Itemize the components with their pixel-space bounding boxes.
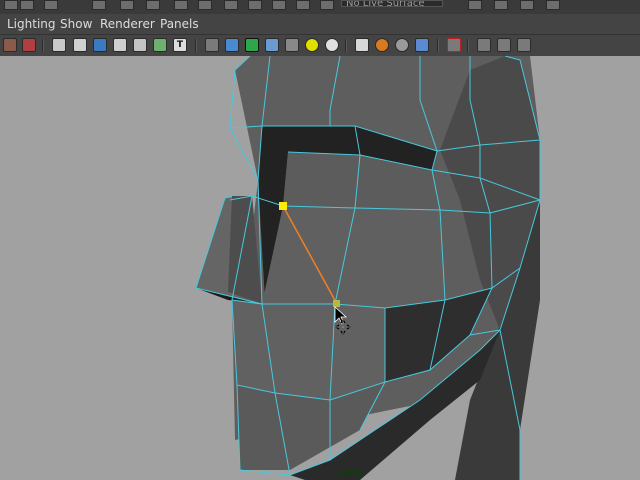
top-toolbar-icon[interactable] — [224, 0, 238, 10]
film-gate-icon[interactable] — [73, 38, 87, 52]
top-toolbar-icon[interactable] — [174, 0, 188, 10]
top-toolbar-icon[interactable] — [20, 0, 34, 10]
frame-all-icon[interactable] — [497, 38, 511, 52]
toolbar-separator — [195, 39, 197, 52]
bookmark-icon[interactable] — [447, 38, 461, 52]
top-toolbar-icon[interactable] — [248, 0, 262, 10]
top-toolbar-icon[interactable] — [120, 0, 134, 10]
xray-components-icon[interactable] — [395, 38, 409, 52]
isolate-select-icon[interactable] — [415, 38, 429, 52]
select-camera-icon[interactable] — [3, 38, 17, 52]
live-surface-field[interactable]: No Live Surface — [341, 0, 443, 7]
top-toolbar-icon[interactable] — [4, 0, 18, 10]
textured-icon[interactable] — [265, 38, 279, 52]
mesh-faces — [196, 56, 540, 480]
node-editor-icon[interactable] — [517, 38, 531, 52]
top-toolbar-icon[interactable] — [146, 0, 160, 10]
field-chart-icon[interactable] — [133, 38, 147, 52]
mesh-face — [262, 206, 445, 308]
top-toolbar-icon[interactable] — [296, 0, 310, 10]
head-mesh — [195, 56, 541, 480]
xray-joints-icon[interactable] — [375, 38, 389, 52]
top-toolbar-strip: No Live Surface — [0, 0, 640, 15]
perspective-viewport[interactable]: persp — [0, 56, 640, 480]
top-toolbar-icon[interactable] — [92, 0, 106, 10]
ambient-occlusion-icon[interactable] — [325, 38, 339, 52]
resolution-gate-icon[interactable] — [93, 38, 107, 52]
hud-icon[interactable] — [477, 38, 491, 52]
menu-renderer[interactable]: Renderer — [100, 17, 155, 31]
camera-attributes-icon[interactable] — [22, 38, 36, 52]
top-toolbar-icon[interactable] — [546, 0, 560, 10]
grid-icon[interactable] — [52, 38, 66, 52]
top-toolbar-icon[interactable] — [494, 0, 508, 10]
safe-title-icon[interactable]: T — [173, 38, 187, 52]
selected-vertex[interactable] — [279, 202, 287, 210]
top-toolbar-icon[interactable] — [44, 0, 58, 10]
panel-menu-bar: Lighting Show Renderer Panels — [0, 14, 640, 35]
top-toolbar-icon[interactable] — [320, 0, 334, 10]
camera-label: persp — [338, 468, 364, 478]
top-toolbar-icon[interactable] — [520, 0, 534, 10]
wireframe-icon[interactable] — [205, 38, 219, 52]
selected-vertex[interactable] — [333, 300, 340, 307]
menu-lighting[interactable]: Lighting — [7, 17, 56, 31]
menu-panels[interactable]: Panels — [160, 17, 199, 31]
top-toolbar-icon[interactable] — [468, 0, 482, 10]
toolbar-separator — [42, 39, 44, 52]
wireframe-on-shaded-icon[interactable] — [245, 38, 259, 52]
top-toolbar-icon[interactable] — [198, 0, 212, 10]
top-toolbar-icon[interactable] — [272, 0, 286, 10]
gate-mask-icon[interactable] — [113, 38, 127, 52]
use-all-lights-icon[interactable] — [285, 38, 299, 52]
toolbar-separator — [345, 39, 347, 52]
safe-action-icon[interactable] — [153, 38, 167, 52]
shadows-icon[interactable] — [305, 38, 319, 52]
smooth-shade-icon[interactable] — [225, 38, 239, 52]
mesh-face — [232, 300, 385, 400]
toolbar-separator — [467, 39, 469, 52]
xray-icon[interactable] — [355, 38, 369, 52]
toolbar-separator — [437, 39, 439, 52]
menu-show[interactable]: Show — [60, 17, 92, 31]
panel-toolbar: T — [0, 35, 640, 57]
